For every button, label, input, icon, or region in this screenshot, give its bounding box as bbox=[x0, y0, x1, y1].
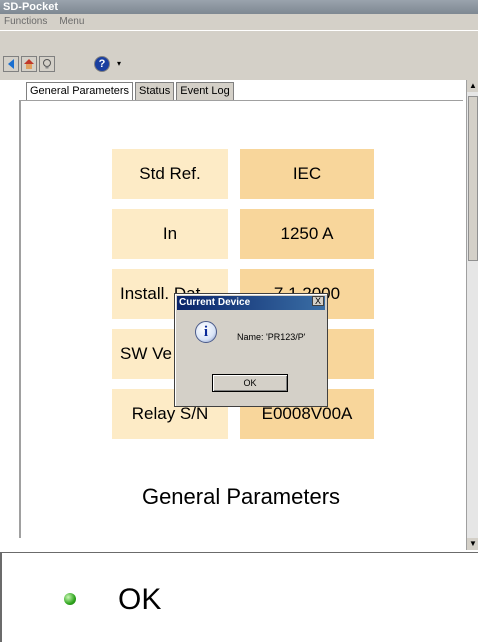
param-value-in: 1250 A bbox=[240, 209, 374, 259]
status-text: OK bbox=[118, 583, 162, 616]
menu-functions[interactable]: Functions bbox=[4, 14, 47, 30]
status-left-border bbox=[0, 552, 2, 642]
status-led-icon bbox=[64, 593, 76, 605]
dialog-ok-button[interactable]: OK bbox=[212, 374, 288, 392]
info-icon: i bbox=[195, 321, 217, 343]
dialog-message: Name: 'PR123/P' bbox=[237, 332, 306, 342]
window-title: SD-Pocket bbox=[0, 0, 478, 14]
help-icon[interactable]: ? bbox=[94, 56, 110, 72]
vertical-scrollbar[interactable]: ▲ ▼ bbox=[466, 80, 478, 550]
dialog-close-button[interactable]: X bbox=[312, 296, 324, 306]
tab-event-log[interactable]: Event Log bbox=[176, 82, 234, 100]
bulb-icon[interactable] bbox=[39, 56, 55, 72]
home-icon[interactable] bbox=[21, 56, 37, 72]
menubar: Functions Menu bbox=[0, 14, 478, 30]
param-label-in: In bbox=[112, 209, 228, 259]
back-icon[interactable] bbox=[3, 56, 19, 72]
param-value-std-ref: IEC bbox=[240, 149, 374, 199]
tab-general-parameters[interactable]: General Parameters bbox=[26, 82, 134, 101]
scroll-down-icon[interactable]: ▼ bbox=[467, 538, 478, 550]
current-device-dialog: Current Device X i Name: 'PR123/P' OK bbox=[174, 293, 328, 407]
dialog-title: Current Device bbox=[177, 296, 325, 310]
param-label-std-ref: Std Ref. bbox=[112, 149, 228, 199]
scroll-up-icon[interactable]: ▲ bbox=[467, 80, 478, 92]
separator-icon bbox=[57, 56, 73, 72]
status-divider bbox=[0, 552, 478, 553]
toolbar: ? ▾ bbox=[0, 30, 478, 80]
section-title: General Parameters bbox=[141, 484, 341, 509]
tab-strip: General Parameters Status Event Log bbox=[26, 82, 236, 101]
scroll-thumb[interactable] bbox=[468, 96, 478, 261]
menu-menu[interactable]: Menu bbox=[59, 14, 84, 30]
tab-status[interactable]: Status bbox=[135, 82, 175, 100]
dropdown-arrow-icon[interactable]: ▾ bbox=[114, 56, 124, 72]
